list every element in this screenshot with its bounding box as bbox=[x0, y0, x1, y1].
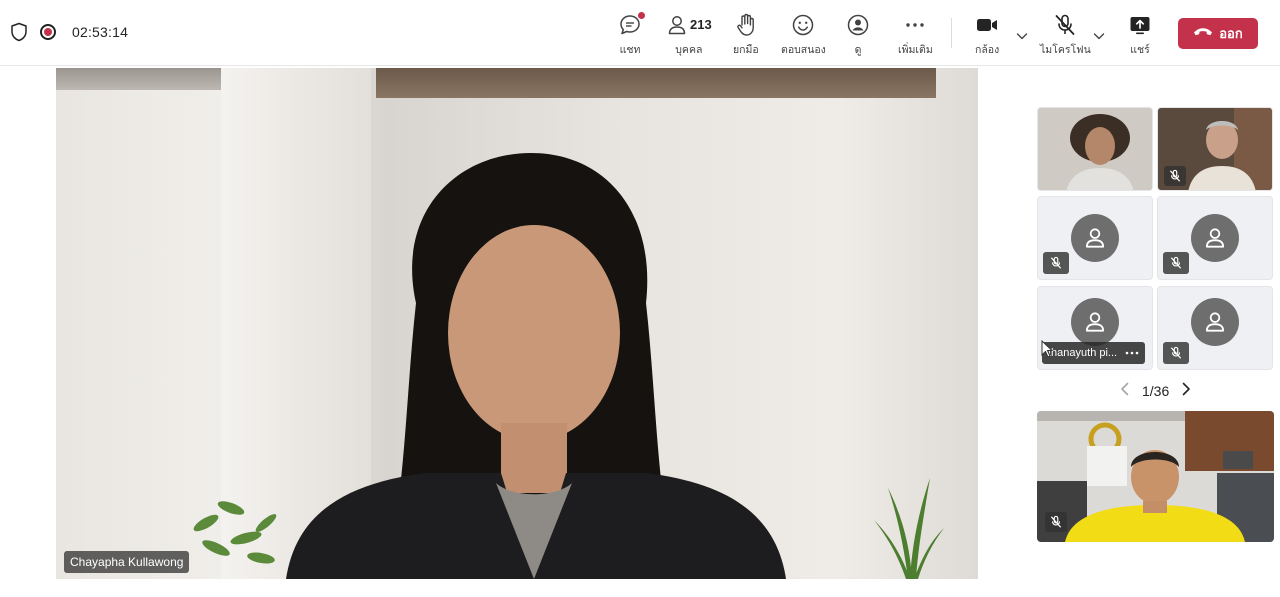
chat-button[interactable]: แชท bbox=[618, 12, 645, 58]
camera-button[interactable]: กล้อง bbox=[975, 12, 999, 58]
person-icon bbox=[1191, 214, 1239, 262]
participant-name: thanayuth pi... bbox=[1048, 347, 1118, 359]
shield-icon[interactable] bbox=[10, 22, 28, 42]
share-label: แชร์ bbox=[1130, 44, 1150, 56]
participant-avatar-tile[interactable] bbox=[1157, 286, 1273, 370]
more-icon bbox=[903, 12, 927, 37]
people-count: 213 bbox=[690, 17, 712, 32]
toolbar-divider bbox=[951, 18, 952, 48]
people-label: บุคคล bbox=[675, 44, 703, 56]
self-video bbox=[1037, 411, 1274, 542]
video-ceiling-left bbox=[56, 68, 221, 90]
participant-avatar-tile[interactable] bbox=[1037, 196, 1153, 280]
gallery-page-indicator: 1/36 bbox=[1142, 382, 1170, 399]
person-icon bbox=[1071, 298, 1119, 346]
record-dot bbox=[44, 28, 52, 36]
video-plant-right bbox=[874, 478, 944, 579]
chevron-right-icon[interactable] bbox=[1181, 382, 1191, 399]
self-video-tile[interactable] bbox=[1037, 411, 1274, 542]
mic-off-icon bbox=[1043, 252, 1069, 274]
mic-off-icon bbox=[1163, 252, 1189, 274]
speaker-silhouette bbox=[286, 153, 786, 579]
record-icon[interactable] bbox=[40, 24, 56, 40]
participant-video-tile[interactable] bbox=[1157, 107, 1273, 191]
more-label: เพิ่มเติม bbox=[898, 44, 933, 56]
share-icon bbox=[1128, 12, 1152, 37]
participant-video-tile[interactable] bbox=[1037, 107, 1153, 191]
people-icon-group: 213 bbox=[666, 12, 712, 37]
people-icon bbox=[668, 15, 686, 34]
person-icon bbox=[1191, 298, 1239, 346]
participant-avatar-tile[interactable]: thanayuth pi... bbox=[1037, 286, 1153, 370]
view-button[interactable]: ดู bbox=[846, 12, 870, 58]
react-button[interactable]: ตอบสนอง bbox=[781, 12, 826, 58]
leave-button[interactable]: ออก bbox=[1178, 18, 1258, 49]
person-icon bbox=[1071, 214, 1119, 262]
video-ceiling bbox=[376, 68, 936, 98]
speaker-name-tag: Chayapha Kullawong bbox=[64, 551, 190, 573]
participant-video bbox=[1038, 108, 1152, 190]
participant-name-tag[interactable]: thanayuth pi... bbox=[1042, 342, 1146, 364]
participant-avatar-tile[interactable] bbox=[1157, 196, 1273, 280]
more-button[interactable]: เพิ่มเติม bbox=[898, 12, 933, 58]
mic-off-icon bbox=[1163, 342, 1189, 364]
camera-options-chevron-down-icon[interactable] bbox=[1016, 28, 1028, 46]
raise-hand-label: ยกมือ bbox=[733, 44, 759, 56]
chat-unread-dot bbox=[638, 12, 645, 19]
main-speaker-video[interactable]: Chayapha Kullawong bbox=[56, 68, 978, 579]
meeting-status: 02:53:14 bbox=[10, 22, 128, 42]
gallery-pager: 1/36 bbox=[1120, 382, 1191, 399]
hand-icon bbox=[735, 12, 757, 37]
mic-off-icon bbox=[1164, 166, 1186, 186]
mic-button[interactable]: ไมโครโฟน bbox=[1040, 12, 1091, 58]
camera-label: กล้อง bbox=[975, 44, 1000, 56]
chat-label: แชท bbox=[619, 44, 641, 56]
chevron-left-icon[interactable] bbox=[1120, 382, 1130, 399]
more-icon[interactable] bbox=[1125, 347, 1139, 359]
camera-icon bbox=[975, 12, 999, 37]
people-button[interactable]: 213 บุคคล bbox=[666, 12, 712, 58]
mic-off-icon bbox=[1053, 12, 1077, 37]
mic-off-icon bbox=[1045, 512, 1067, 532]
share-button[interactable]: แชร์ bbox=[1128, 12, 1152, 58]
meeting-toolbar: 02:53:14 แชท 213 บุคคล ยกมือ ตอบสนอง ดู bbox=[0, 0, 1280, 66]
view-icon bbox=[846, 12, 870, 37]
raise-hand-button[interactable]: ยกมือ bbox=[733, 12, 759, 58]
mouse-cursor-icon bbox=[1041, 340, 1053, 358]
phone-icon bbox=[1193, 26, 1213, 42]
chat-icon bbox=[618, 12, 645, 37]
leave-label: ออก bbox=[1219, 27, 1243, 42]
react-label: ตอบสนอง bbox=[781, 44, 826, 56]
mic-options-chevron-down-icon[interactable] bbox=[1093, 28, 1105, 46]
view-label: ดู bbox=[854, 44, 862, 56]
smile-icon bbox=[791, 12, 815, 37]
mic-label: ไมโครโฟน bbox=[1040, 44, 1091, 56]
meeting-timer: 02:53:14 bbox=[72, 24, 129, 40]
